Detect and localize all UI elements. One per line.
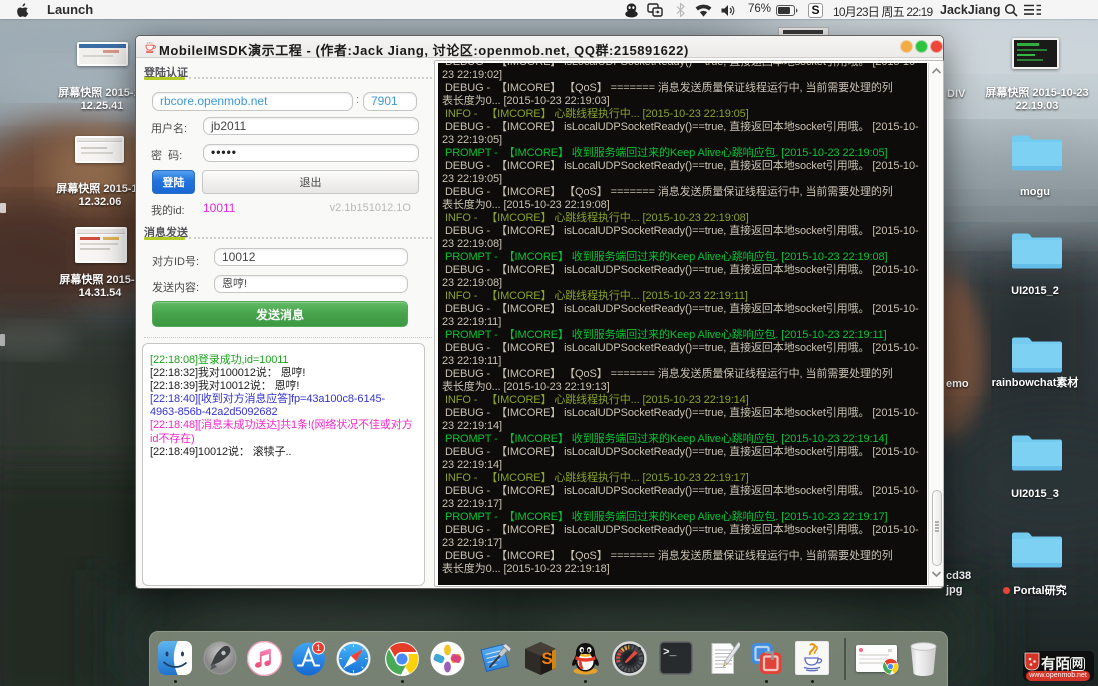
svg-text:1: 1 (316, 643, 321, 653)
svg-text:S: S (541, 649, 552, 668)
svg-text:>_: >_ (663, 647, 677, 659)
